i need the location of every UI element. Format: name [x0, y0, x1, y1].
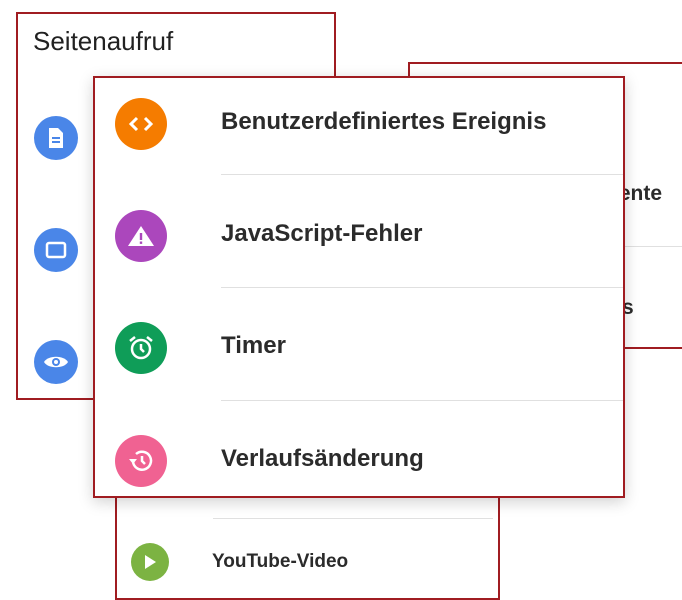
youtube-icon[interactable] — [131, 543, 169, 581]
eye-icon[interactable] — [34, 340, 78, 384]
document-icon[interactable] — [34, 116, 78, 160]
window-icon[interactable] — [34, 228, 78, 272]
warning-icon — [115, 210, 167, 262]
menu-item-timer[interactable]: Timer — [95, 288, 623, 400]
alarm-clock-icon — [115, 322, 167, 374]
divider — [213, 518, 493, 519]
menu-item-label: Benutzerdefiniertes Ereignis — [221, 108, 547, 135]
menu-item-label: Timer — [221, 332, 286, 359]
code-icon — [115, 98, 167, 150]
menu-item-label: JavaScript-Fehler — [221, 220, 423, 247]
divider — [620, 246, 682, 247]
youtube-video-label[interactable]: YouTube-Video — [212, 551, 348, 573]
menu-item-label: Verlaufsänderung — [221, 445, 424, 472]
menu-item-javascript-error[interactable]: JavaScript-Fehler — [95, 175, 623, 287]
trigger-type-menu: Benutzerdefiniertes Ereignis JavaScript-… — [93, 76, 625, 498]
panel-title: Seitenaufruf — [33, 26, 174, 56]
menu-item-history-change[interactable]: Verlaufsänderung — [95, 401, 623, 496]
menu-item-custom-event[interactable]: Benutzerdefiniertes Ereignis — [95, 78, 623, 174]
history-icon — [115, 435, 167, 487]
